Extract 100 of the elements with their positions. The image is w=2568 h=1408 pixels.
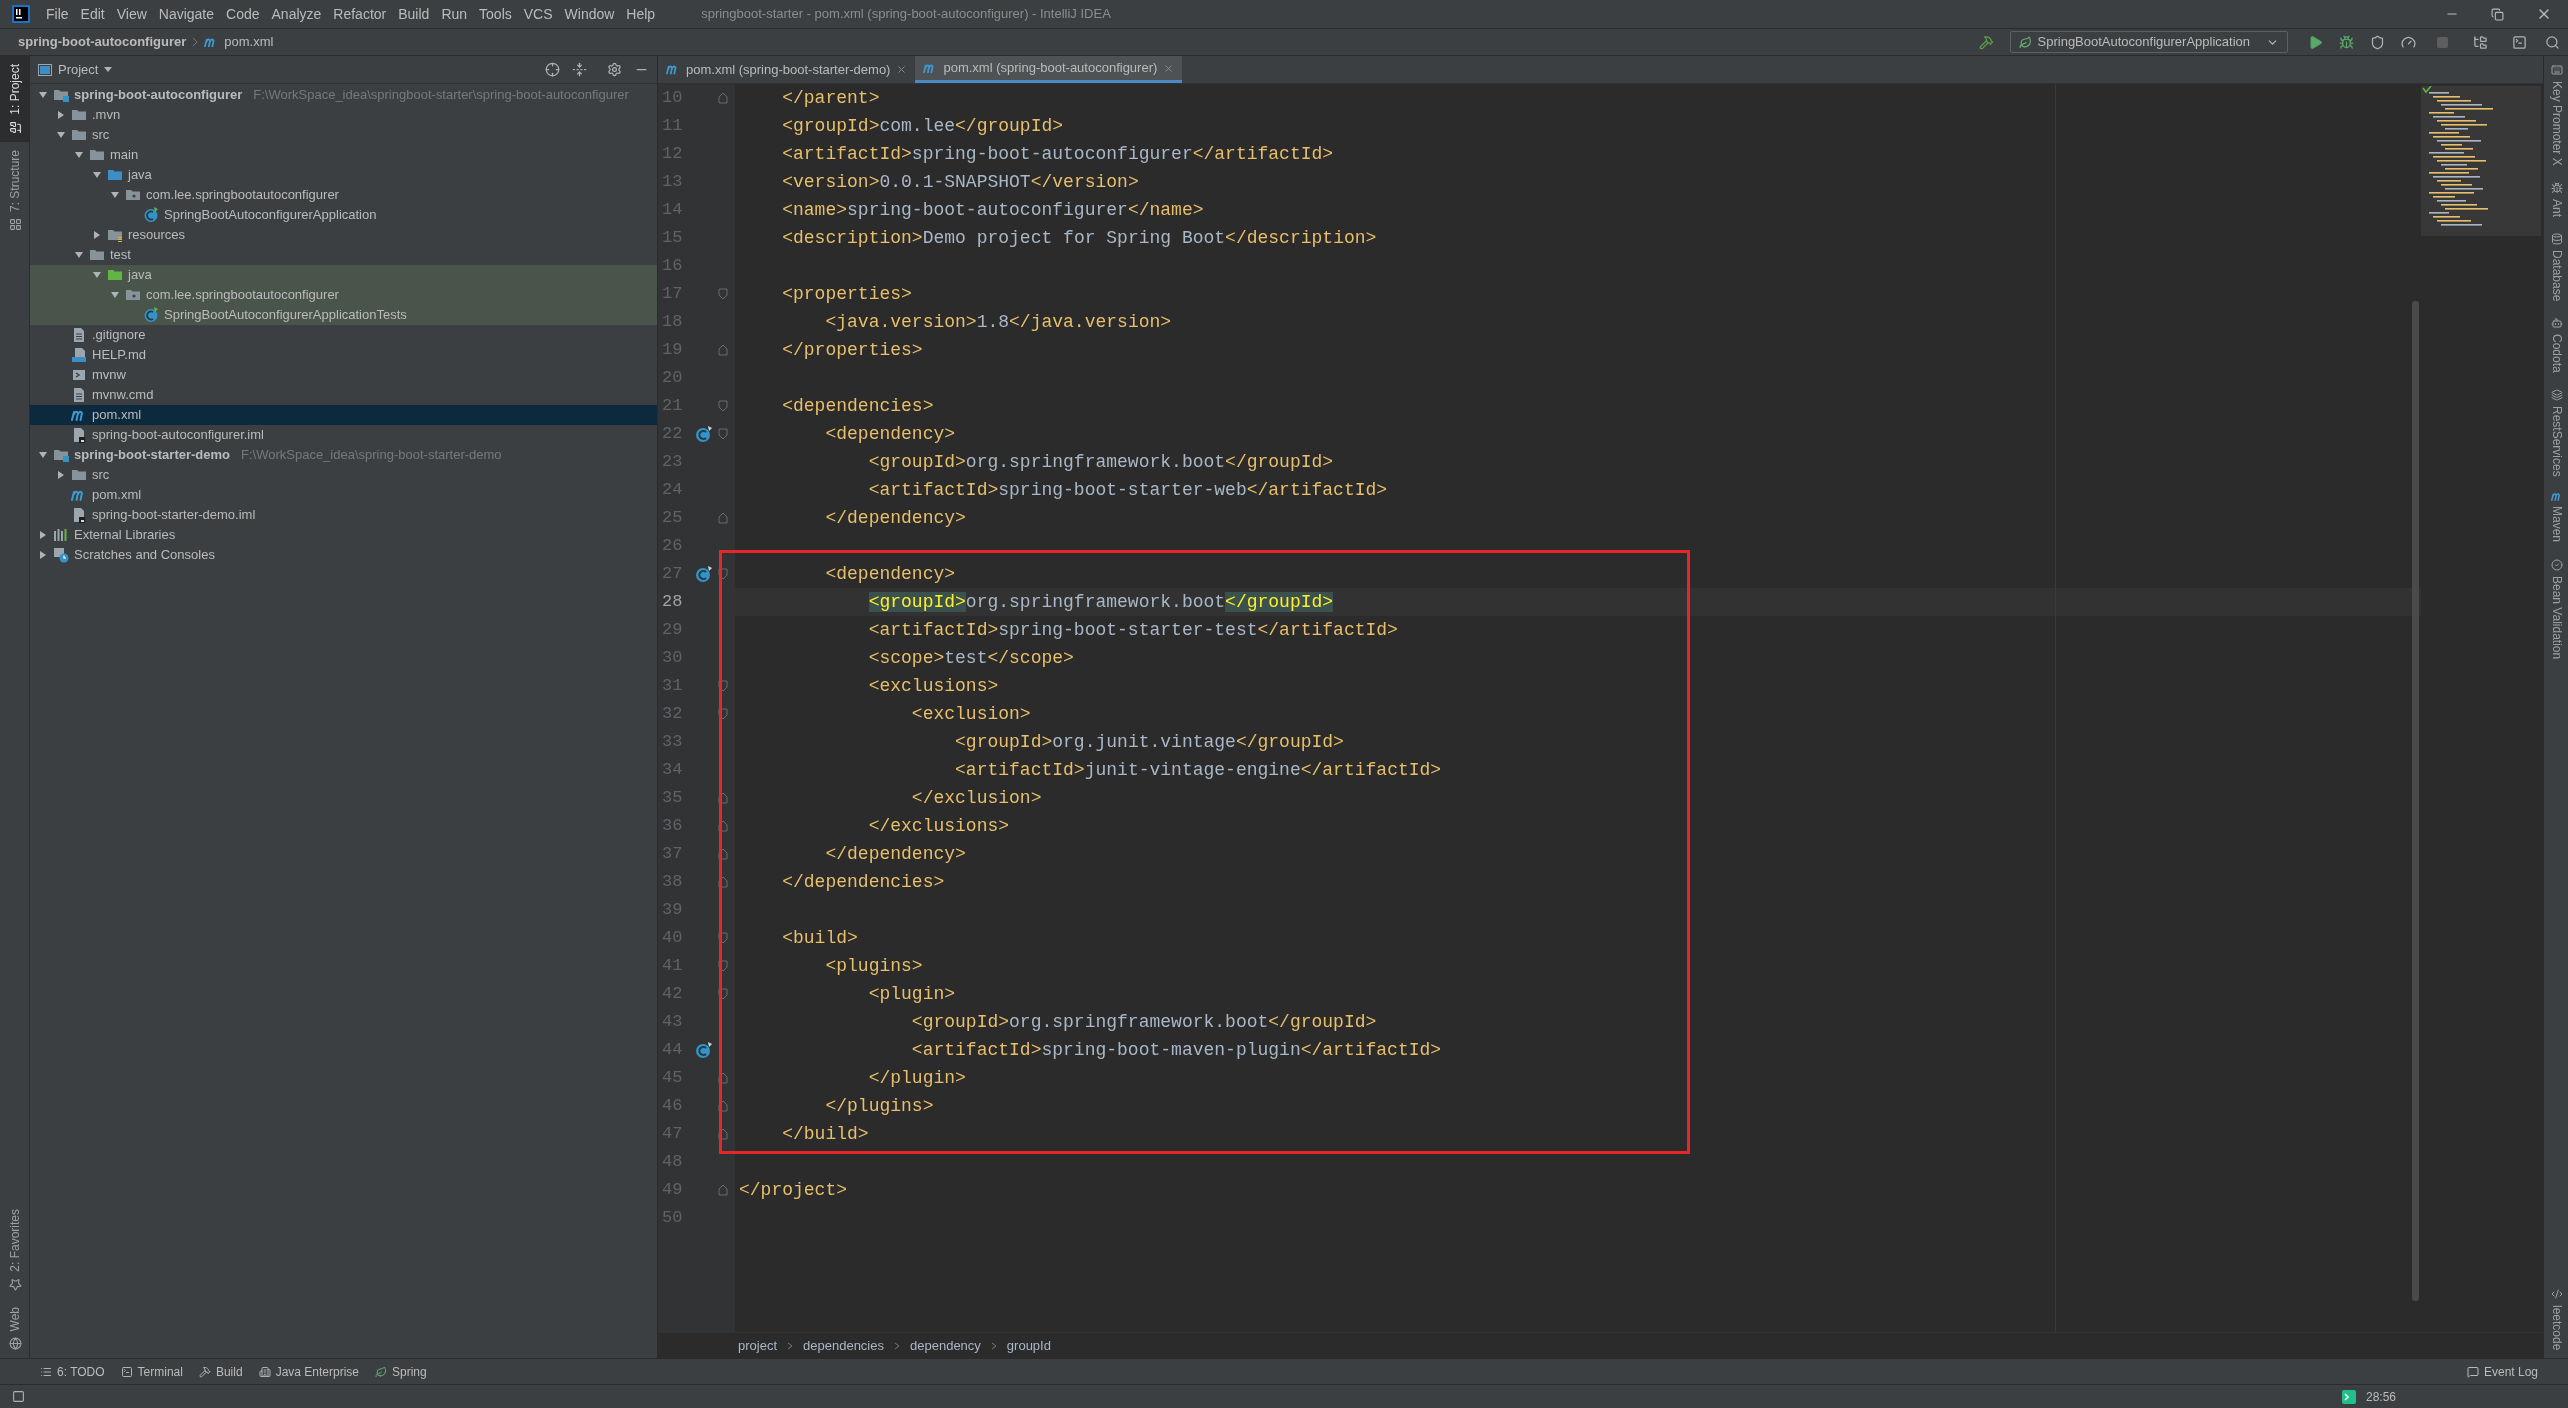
collapsed-arrow-icon[interactable] (92, 230, 102, 240)
tool-window-tab[interactable]: 2: Favorites (0, 1200, 30, 1299)
expanded-arrow-icon[interactable] (92, 270, 102, 280)
expanded-arrow-icon[interactable] (38, 450, 48, 460)
tool-window-tab[interactable]: 7: Structure (0, 141, 30, 239)
menu-item[interactable]: Run (435, 3, 474, 25)
fold-icon[interactable] (718, 848, 728, 860)
nav-module[interactable]: spring-boot-autoconfigurer (18, 32, 187, 52)
hammer-icon[interactable] (1978, 34, 1994, 50)
tree-item[interactable]: java (30, 165, 657, 185)
folder-tree-icon[interactable] (2473, 34, 2488, 50)
locate-icon[interactable] (545, 62, 560, 77)
fold-icon[interactable] (718, 1100, 728, 1112)
run-icon[interactable] (2308, 34, 2323, 50)
tool-window-button[interactable]: Build (198, 1362, 243, 1381)
expanded-arrow-icon[interactable] (38, 90, 48, 100)
tree-item[interactable]: pom.xml (30, 405, 657, 425)
gauge-icon[interactable] (2401, 34, 2416, 50)
collapsed-arrow-icon[interactable] (38, 530, 48, 540)
run-configuration-dropdown[interactable]: SpringBootAutoconfigurerApplication (2009, 31, 2288, 53)
expanded-arrow-icon[interactable] (110, 190, 120, 200)
fold-icon[interactable] (718, 400, 728, 412)
fold-icon[interactable] (718, 792, 728, 804)
tool-window-button[interactable]: Terminal (120, 1362, 183, 1381)
tool-window-tab[interactable]: Database (2544, 224, 2568, 310)
tree-item[interactable]: java (30, 265, 657, 285)
fold-icon[interactable] (718, 1184, 728, 1196)
fold-icon[interactable] (718, 960, 728, 972)
tool-window-button[interactable]: Java Enterprise (258, 1362, 359, 1381)
tree-item[interactable]: src (30, 465, 657, 485)
tree-item[interactable]: src (30, 125, 657, 145)
expanded-arrow-icon[interactable] (74, 150, 84, 160)
tree-item[interactable]: spring-boot-autoconfigurer F:\WorkSpace_idea\springboot-starter\spring-boot-autoconfigurer (30, 85, 657, 105)
fold-icon[interactable] (718, 932, 728, 944)
expanded-arrow-icon[interactable] (92, 170, 102, 180)
tree-item[interactable]: spring-boot-starter-demo F:\WorkSpace_idea\spring-boot-starter-demo (30, 445, 657, 465)
fold-icon[interactable] (718, 680, 728, 692)
fold-icon[interactable] (718, 92, 728, 104)
collapsed-arrow-icon[interactable] (56, 110, 66, 120)
collapsed-arrow-icon[interactable] (56, 470, 66, 480)
tree-item[interactable]: Scratches and Consoles (30, 545, 657, 565)
terminal-icon[interactable] (2512, 34, 2527, 50)
tool-window-tab[interactable]: Codota (2544, 309, 2568, 381)
menu-item[interactable]: VCS (517, 3, 559, 25)
tree-item[interactable]: spring-boot-autoconfigurer.iml (30, 425, 657, 445)
fold-icon[interactable] (718, 820, 728, 832)
project-view-dropdown[interactable]: Project (58, 59, 113, 80)
tree-item[interactable]: main (30, 145, 657, 165)
breadcrumb[interactable]: dependencies (803, 1335, 884, 1356)
tool-window-tab[interactable]: Key Promoter X (2544, 56, 2568, 174)
tree-item[interactable]: com.lee.springbootautoconfigurer (30, 285, 657, 305)
collapse-icon[interactable] (572, 62, 587, 77)
editor-tab[interactable]: pom.xml (spring-boot-autoconfigurer) (915, 56, 1183, 83)
menu-item[interactable]: Navigate (152, 3, 221, 25)
fold-icon[interactable] (718, 512, 728, 524)
menu-item[interactable]: Edit (74, 3, 111, 25)
menu-item[interactable]: View (110, 3, 153, 25)
expanded-arrow-icon[interactable] (74, 250, 84, 260)
fold-icon[interactable] (718, 988, 728, 1000)
scrollbar[interactable] (2412, 301, 2419, 1301)
fold-icon[interactable] (718, 288, 728, 300)
tool-window-tab[interactable]: Maven (2544, 484, 2568, 551)
fold-icon[interactable] (718, 344, 728, 356)
editor-tab[interactable]: pom.xml (spring-boot-starter-demo) (658, 56, 916, 83)
tree-item[interactable]: .mvn (30, 105, 657, 125)
restore-icon[interactable] (2491, 7, 2504, 21)
tree-item[interactable]: .gitignore (30, 325, 657, 345)
menu-item[interactable]: Analyze (265, 3, 328, 25)
shield-icon[interactable] (2370, 34, 2385, 50)
tree-item[interactable]: mvnw (30, 365, 657, 385)
tree-item[interactable]: test (30, 245, 657, 265)
caret-position[interactable]: 28:56 (2365, 1387, 2396, 1406)
codota-icon[interactable] (2341, 1389, 2356, 1404)
gutter-marker-icon[interactable] (695, 565, 713, 583)
fold-icon[interactable] (718, 568, 728, 580)
tool-window-tab[interactable]: RestServices (2544, 380, 2568, 485)
nav-file[interactable]: pom.xml (224, 32, 274, 52)
collapsed-arrow-icon[interactable] (38, 550, 48, 560)
tool-window-button[interactable]: Spring (375, 1362, 427, 1381)
menu-item[interactable]: Build (392, 3, 436, 25)
layout-toggle-icon[interactable] (12, 1390, 25, 1403)
gutter-marker-icon[interactable] (695, 425, 713, 443)
debug-icon[interactable] (2339, 34, 2354, 50)
fold-icon[interactable] (718, 1128, 728, 1140)
menu-item[interactable]: Tools (473, 3, 518, 25)
breadcrumb[interactable]: groupId (1006, 1335, 1051, 1356)
tool-window-tab[interactable]: 1: Project (0, 56, 30, 142)
menu-item[interactable]: Help (620, 3, 662, 25)
tool-window-tab[interactable]: Ant (2544, 173, 2568, 225)
menu-item[interactable]: Code (220, 3, 266, 25)
event-log-button[interactable]: Event Log (2466, 1362, 2538, 1381)
tree-item[interactable]: HELP.md (30, 345, 657, 365)
tree-item[interactable]: spring-boot-starter-demo.iml (30, 505, 657, 525)
tree-item[interactable]: SpringBootAutoconfigurerApplicationTests (30, 305, 657, 325)
menu-item[interactable]: File (40, 3, 75, 25)
expanded-arrow-icon[interactable] (110, 290, 120, 300)
menu-item[interactable]: Window (558, 3, 621, 25)
tree-item[interactable]: SpringBootAutoconfigurerApplication (30, 205, 657, 225)
tree-item[interactable]: mvnw.cmd (30, 385, 657, 405)
tool-window-tab[interactable]: leetcode (2544, 1279, 2568, 1358)
